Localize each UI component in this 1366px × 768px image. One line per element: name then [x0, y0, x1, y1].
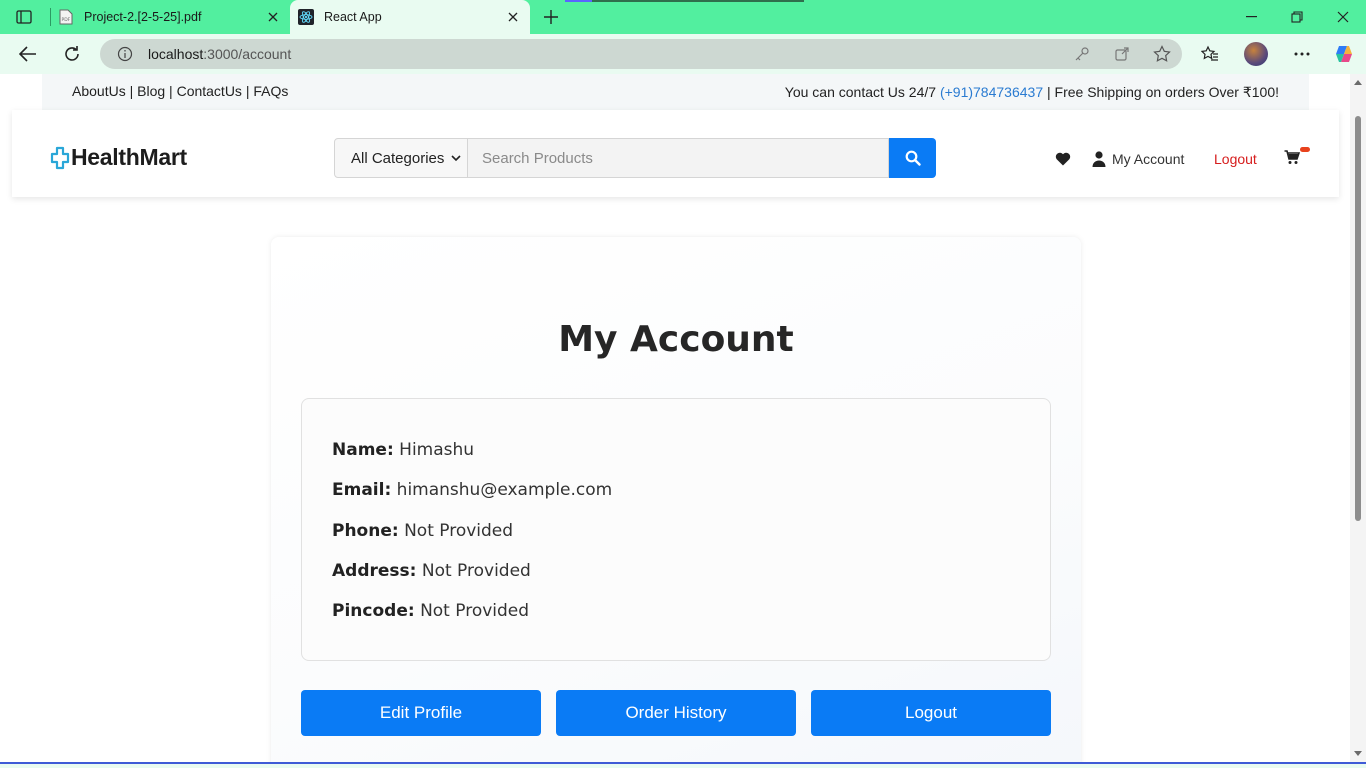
url-host: localhost [148, 46, 204, 62]
close-icon[interactable] [262, 6, 284, 28]
category-select[interactable]: All Categories [334, 138, 468, 178]
detail-value: Not Provided [420, 601, 530, 621]
my-account-link[interactable]: My Account [1092, 151, 1184, 167]
minimize-icon[interactable] [1228, 0, 1274, 34]
account-card: My Account Name: Himashu Email: himanshu… [271, 237, 1081, 762]
contact-phone[interactable]: (+91)784736437 [940, 84, 1043, 100]
search-bar: All Categories Search Products [334, 138, 936, 178]
new-tab-icon[interactable] [540, 6, 562, 28]
tab-title: Project-2.[2-5-25].pdf [84, 10, 202, 24]
taskbar-edge [0, 762, 1366, 768]
refresh-icon[interactable] [58, 40, 86, 68]
link-aboutus[interactable]: AboutUs [72, 83, 126, 99]
link-contactus[interactable]: ContactUs [177, 83, 242, 99]
search-button[interactable] [889, 138, 936, 178]
react-icon [298, 9, 314, 25]
header-logout-link[interactable]: Logout [1214, 151, 1257, 167]
open-in-app-icon[interactable] [1112, 44, 1132, 64]
restore-icon[interactable] [1274, 0, 1320, 34]
password-key-icon[interactable] [1072, 44, 1092, 64]
detail-row-email: Email: himanshu@example.com [332, 480, 612, 500]
contact-prefix: You can contact Us 24/7 [784, 84, 940, 100]
site-info-icon[interactable] [116, 45, 134, 63]
detail-value: Not Provided [421, 561, 531, 581]
scroll-up-icon[interactable] [1354, 80, 1362, 85]
detail-row-address: Address: Not Provided [332, 561, 531, 581]
detail-value: himanshu@example.com [396, 480, 613, 500]
top-info-bar: AboutUs | Blog | ContactUs | FAQs You ca… [42, 74, 1309, 110]
window-controls [1228, 0, 1366, 34]
favorite-star-icon[interactable] [1152, 44, 1172, 64]
tab-actions-icon[interactable] [14, 8, 34, 26]
more-options-icon[interactable] [1288, 40, 1316, 68]
close-window-icon[interactable] [1320, 0, 1366, 34]
logo-text: HealthMart [71, 144, 187, 170]
order-history-button[interactable]: Order History [556, 690, 796, 736]
contact-suffix: | Free Shipping on orders Over ₹100! [1043, 84, 1279, 100]
detail-value: Himashu [399, 440, 475, 460]
user-icon [1092, 151, 1106, 167]
my-account-label: My Account [1112, 151, 1185, 167]
address-bar[interactable]: localhost:3000/account [100, 39, 1182, 69]
loading-indicator-bar [592, 0, 804, 2]
category-selected: All Categories [351, 149, 445, 167]
tab-pdf[interactable]: PDF Project-2.[2-5-25].pdf [50, 0, 290, 34]
link-blog[interactable]: Blog [137, 83, 165, 99]
page-viewport: AboutUs | Blog | ContactUs | FAQs You ca… [0, 74, 1366, 762]
site-logo[interactable]: HealthMart [50, 144, 187, 171]
detail-row-name: Name: Himashu [332, 440, 474, 460]
search-input[interactable]: Search Products [468, 138, 889, 178]
browser-tab-strip: PDF Project-2.[2-5-25].pdf React App [0, 0, 1366, 34]
address-bar-actions [1072, 44, 1172, 64]
link-faqs[interactable]: FAQs [253, 83, 288, 99]
account-actions: Edit Profile Order History Logout [301, 690, 1051, 736]
chevron-down-icon [451, 151, 461, 169]
tab-react-app[interactable]: React App [290, 0, 530, 34]
heart-icon[interactable] [1055, 152, 1071, 171]
site-header: HealthMart All Categories Search Product… [12, 110, 1339, 197]
close-icon[interactable] [502, 6, 524, 28]
health-cross-icon [50, 146, 70, 169]
detail-label: Address: [332, 561, 417, 581]
scroll-down-icon[interactable] [1354, 751, 1362, 756]
account-details: Name: Himashu Email: himanshu@example.co… [301, 398, 1051, 661]
edit-profile-button[interactable]: Edit Profile [301, 690, 541, 736]
page-title: My Account [558, 319, 794, 360]
cart-badge [1300, 147, 1310, 152]
favorites-icon[interactable] [1196, 40, 1224, 68]
contact-text: You can contact Us 24/7 (+91)784736437 |… [785, 84, 1279, 101]
search-icon [905, 150, 921, 166]
detail-value: Not Provided [404, 521, 514, 541]
svg-text:PDF: PDF [62, 17, 71, 23]
detail-row-pincode: Pincode: Not Provided [332, 601, 529, 621]
logout-button[interactable]: Logout [811, 690, 1051, 736]
url-text: localhost:3000/account [148, 46, 291, 62]
page-scrollbar[interactable] [1350, 74, 1366, 762]
url-path: :3000/account [203, 46, 292, 62]
copilot-icon[interactable] [1330, 40, 1358, 68]
cart-icon[interactable] [1284, 150, 1301, 170]
scrollbar-thumb[interactable] [1355, 116, 1361, 521]
detail-label: Phone: [332, 521, 399, 541]
profile-avatar[interactable] [1244, 42, 1268, 66]
browser-toolbar: localhost:3000/account [0, 34, 1366, 74]
pdf-icon: PDF [58, 9, 74, 25]
detail-label: Name: [332, 440, 394, 460]
top-links: AboutUs | Blog | ContactUs | FAQs [72, 83, 289, 99]
detail-label: Pincode: [332, 601, 415, 621]
detail-label: Email: [332, 480, 392, 500]
back-arrow-icon[interactable] [14, 40, 42, 68]
detail-row-phone: Phone: Not Provided [332, 521, 513, 541]
tab-title: React App [324, 10, 382, 24]
